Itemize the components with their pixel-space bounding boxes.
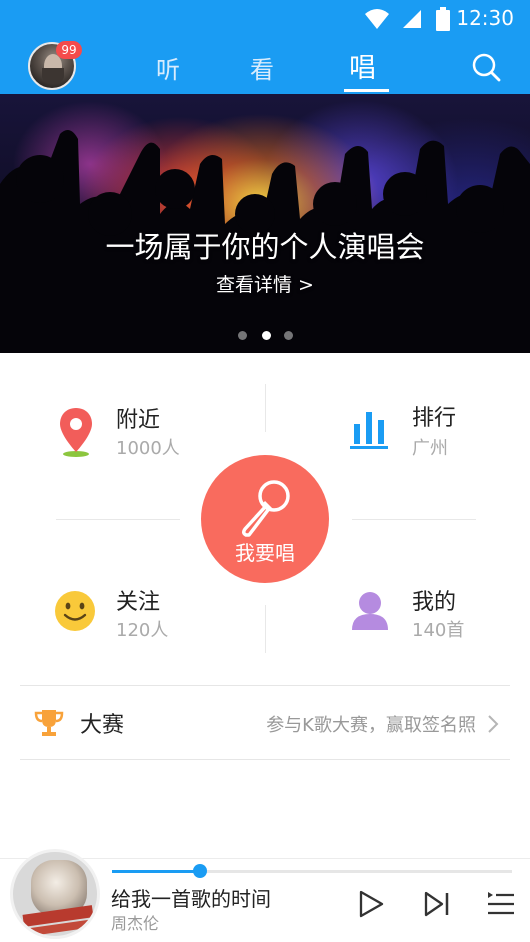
progress-thumb[interactable]: [193, 864, 207, 878]
feature-follow[interactable]: 关注 120人: [54, 582, 214, 648]
banner-details-link[interactable]: 查看详情 >: [0, 270, 530, 297]
carousel-dot[interactable]: [284, 331, 293, 340]
grid-divider: [352, 519, 476, 520]
status-bar: 12:30: [0, 0, 530, 40]
battery-icon: [436, 7, 450, 31]
grid-divider: [265, 384, 266, 432]
microphone-icon: [241, 480, 290, 537]
top-navigation: 99 听 看 唱: [0, 40, 530, 94]
banner-title: 一场属于你的个人演唱会: [105, 230, 425, 264]
tab-watch[interactable]: 看: [250, 50, 274, 85]
song-artist: 周杰伦: [111, 914, 160, 933]
progress-fill: [112, 870, 200, 873]
search-icon[interactable]: [470, 51, 502, 83]
feature-ranking[interactable]: 排行 广州: [350, 398, 490, 464]
ranking-label: 排行: [412, 406, 457, 431]
avatar-beard: [42, 68, 64, 84]
wifi-icon: [365, 9, 389, 29]
user-icon: [352, 592, 388, 630]
mini-player: 给我一首歌的时间 周杰伦: [0, 849, 530, 942]
nearby-count: 1000人: [116, 438, 180, 459]
trophy-icon: [34, 710, 64, 736]
song-title: 给我一首歌的时间: [111, 887, 271, 911]
sing-button-label: 我要唱: [235, 541, 295, 565]
feature-nearby[interactable]: 附近 1000人: [54, 398, 214, 464]
nearby-label: 附近: [116, 408, 161, 433]
contest-title: 大赛: [80, 713, 125, 738]
contest-description: 参与K歌大赛，赢取签名照: [266, 715, 476, 736]
grid-divider: [56, 519, 180, 520]
notification-badge: 99: [56, 41, 82, 59]
play-icon[interactable]: [356, 889, 386, 919]
next-track-icon[interactable]: [422, 889, 452, 919]
tab-listen[interactable]: 听: [156, 50, 180, 85]
banner[interactable]: 一场属于你的个人演唱会 查看详情 >: [0, 94, 530, 353]
grid-divider: [265, 605, 266, 653]
mine-count: 140首: [412, 620, 465, 641]
tab-sing[interactable]: 唱: [349, 46, 376, 85]
playlist-icon[interactable]: [486, 889, 516, 919]
status-time: 12:30: [456, 6, 514, 30]
smiley-icon: [55, 591, 95, 631]
bar-chart-icon: [350, 412, 388, 449]
album-cover[interactable]: [10, 849, 100, 939]
location-pin-icon: [60, 408, 92, 457]
ranking-region: 广州: [412, 438, 448, 459]
sing-button[interactable]: 我要唱: [201, 455, 329, 583]
feature-mine[interactable]: 我的 140首: [350, 582, 490, 648]
follow-label: 关注: [116, 590, 161, 615]
carousel-dot[interactable]: [238, 331, 247, 340]
active-tab-indicator: [344, 89, 389, 92]
signal-icon: [403, 10, 421, 28]
contest-row[interactable]: 大赛 参与K歌大赛，赢取签名照: [20, 685, 510, 760]
progress-bar[interactable]: [112, 864, 512, 878]
chevron-right-icon: [488, 715, 499, 733]
carousel-dot-active[interactable]: [262, 331, 271, 340]
follow-count: 120人: [116, 620, 169, 641]
mine-label: 我的: [412, 590, 457, 615]
